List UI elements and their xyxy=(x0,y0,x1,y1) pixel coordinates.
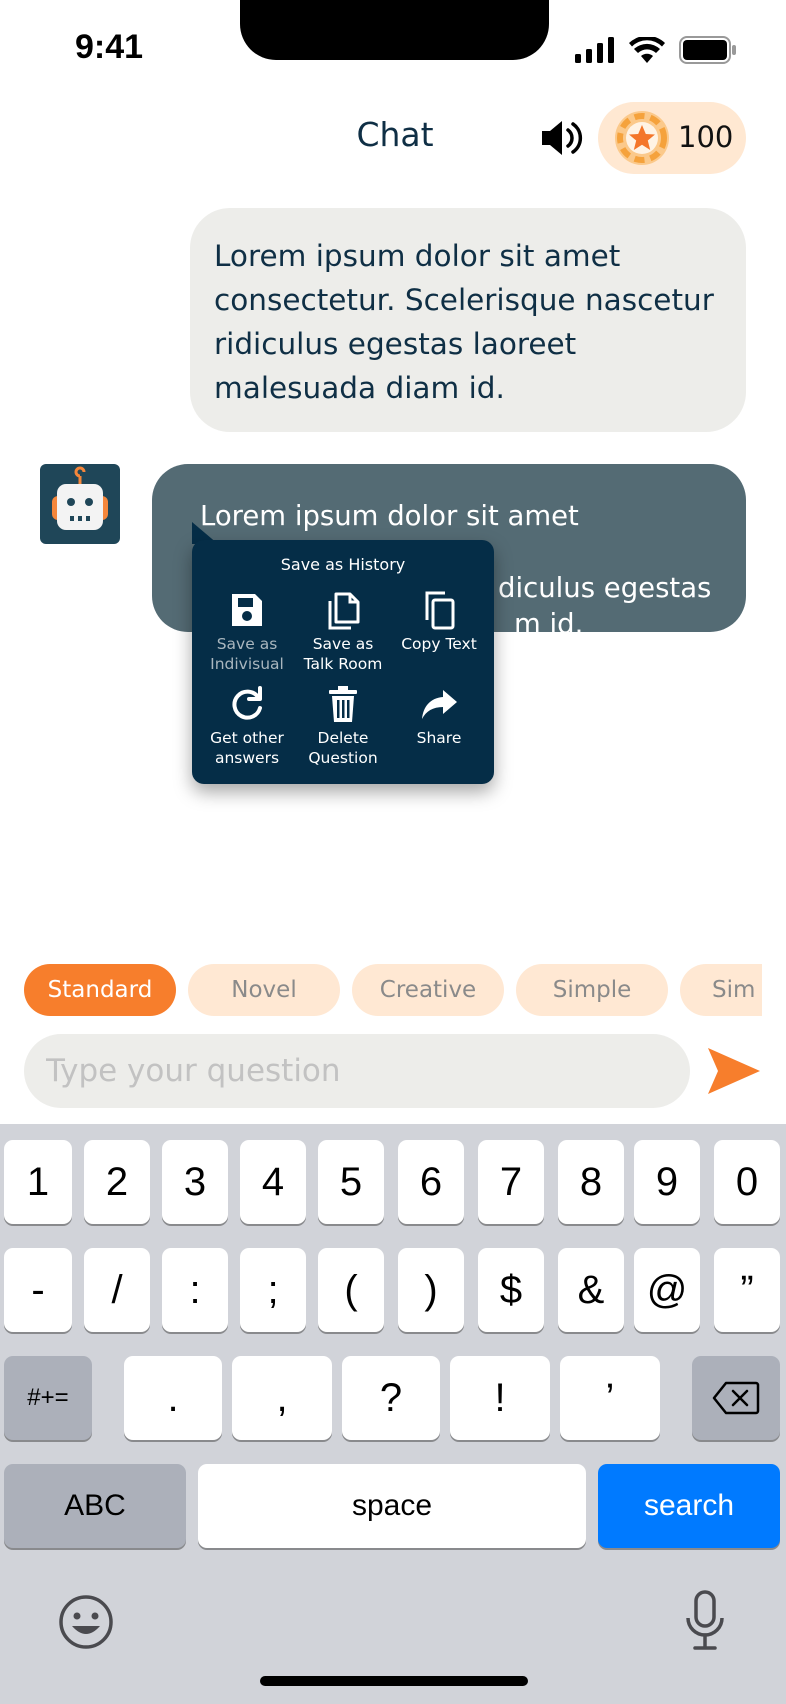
chip-creative[interactable]: Creative xyxy=(352,964,504,1016)
status-icons xyxy=(575,36,737,64)
menu-label: Share xyxy=(416,729,462,747)
menu-label: Question xyxy=(308,749,378,767)
symbols-key[interactable]: #+= xyxy=(4,1356,92,1440)
key[interactable]: 8 xyxy=(558,1140,624,1224)
share-button[interactable]: Share xyxy=(389,684,489,748)
key[interactable]: & xyxy=(558,1248,624,1332)
key[interactable]: ; xyxy=(240,1248,306,1332)
bot-avatar xyxy=(40,464,120,544)
key[interactable]: 9 xyxy=(634,1140,700,1224)
menu-label: Save as xyxy=(312,635,374,653)
delete-backspace-icon xyxy=(712,1381,760,1415)
battery-icon xyxy=(679,36,736,64)
wifi-icon xyxy=(629,37,665,63)
search-key[interactable]: search xyxy=(598,1464,780,1548)
key[interactable]: 2 xyxy=(84,1140,150,1224)
share-icon xyxy=(422,690,457,719)
microphone-icon[interactable] xyxy=(684,1590,726,1652)
key[interactable]: 6 xyxy=(398,1140,464,1224)
key[interactable]: / xyxy=(84,1248,150,1332)
menu-label: Get other xyxy=(210,729,284,747)
key[interactable]: ? xyxy=(342,1356,440,1440)
space-key[interactable]: space xyxy=(198,1464,586,1548)
key[interactable]: 3 xyxy=(162,1140,228,1224)
key[interactable]: 1 xyxy=(4,1140,72,1224)
popup-title[interactable]: Save as History xyxy=(192,555,494,574)
message-action-menu: Save as Indivisual Save as Talk Room Cop… xyxy=(192,540,494,784)
documents-icon xyxy=(328,592,360,630)
refresh-icon xyxy=(232,686,262,720)
save-individual-button[interactable]: Save as Indivisual xyxy=(197,590,297,674)
key[interactable]: ! xyxy=(450,1356,550,1440)
key[interactable]: ’ xyxy=(560,1356,660,1440)
menu-label: Talk Room xyxy=(303,655,383,673)
key[interactable]: ( xyxy=(318,1248,384,1332)
user-message-bubble: Lorem ipsum dolor sit amet consectetur. … xyxy=(190,208,746,432)
floppy-disk-icon xyxy=(232,594,262,626)
speaker-volume-icon[interactable] xyxy=(540,117,584,159)
key[interactable]: ) xyxy=(398,1248,464,1332)
save-talk-room-button[interactable]: Save as Talk Room xyxy=(293,590,393,674)
chip-simple[interactable]: Simple xyxy=(516,964,668,1016)
robot-icon xyxy=(52,466,108,530)
key[interactable]: 7 xyxy=(478,1140,544,1224)
key[interactable]: - xyxy=(4,1248,72,1332)
key[interactable]: ” xyxy=(714,1248,780,1332)
delete-question-button[interactable]: Delete Question xyxy=(293,684,393,768)
chip-novel[interactable]: Novel xyxy=(188,964,340,1016)
status-time: 9:41 xyxy=(75,28,144,66)
mode-chip-bar: Standard Novel Creative Simple Sim xyxy=(0,960,762,1022)
menu-label: Save as xyxy=(216,635,278,653)
chip-standard[interactable]: Standard xyxy=(24,964,176,1016)
chip-sim[interactable]: Sim xyxy=(680,964,762,1016)
star-coin-icon xyxy=(615,111,669,165)
menu-label: Copy Text xyxy=(401,635,477,653)
coin-count: 100 xyxy=(678,120,734,154)
question-input[interactable] xyxy=(24,1034,690,1108)
key[interactable]: : xyxy=(162,1248,228,1332)
key[interactable]: 4 xyxy=(240,1140,306,1224)
menu-label: Indivisual xyxy=(210,655,284,673)
key[interactable]: @ xyxy=(634,1248,700,1332)
abc-key[interactable]: ABC xyxy=(4,1464,186,1548)
keyboard: 1 2 3 4 5 6 7 8 9 0 - / : ; ( ) $ & @ ” … xyxy=(0,1124,786,1704)
device-notch xyxy=(240,0,549,60)
key[interactable]: $ xyxy=(478,1248,544,1332)
home-indicator[interactable] xyxy=(260,1676,528,1686)
copy-icon xyxy=(425,591,455,630)
key[interactable]: 0 xyxy=(714,1140,780,1224)
key[interactable]: , xyxy=(232,1356,332,1440)
send-icon[interactable] xyxy=(706,1046,762,1096)
get-other-answers-button[interactable]: Get other answers xyxy=(197,684,297,768)
trash-icon xyxy=(329,686,357,722)
cellular-signal-icon xyxy=(575,37,614,63)
key[interactable]: . xyxy=(124,1356,222,1440)
menu-label: answers xyxy=(214,749,280,767)
backspace-key[interactable] xyxy=(692,1356,780,1440)
menu-label: Delete xyxy=(317,729,369,747)
key[interactable]: 5 xyxy=(318,1140,384,1224)
copy-text-button[interactable]: Copy Text xyxy=(389,590,489,654)
emoji-icon[interactable] xyxy=(58,1594,114,1650)
page-title: Chat xyxy=(356,115,434,154)
